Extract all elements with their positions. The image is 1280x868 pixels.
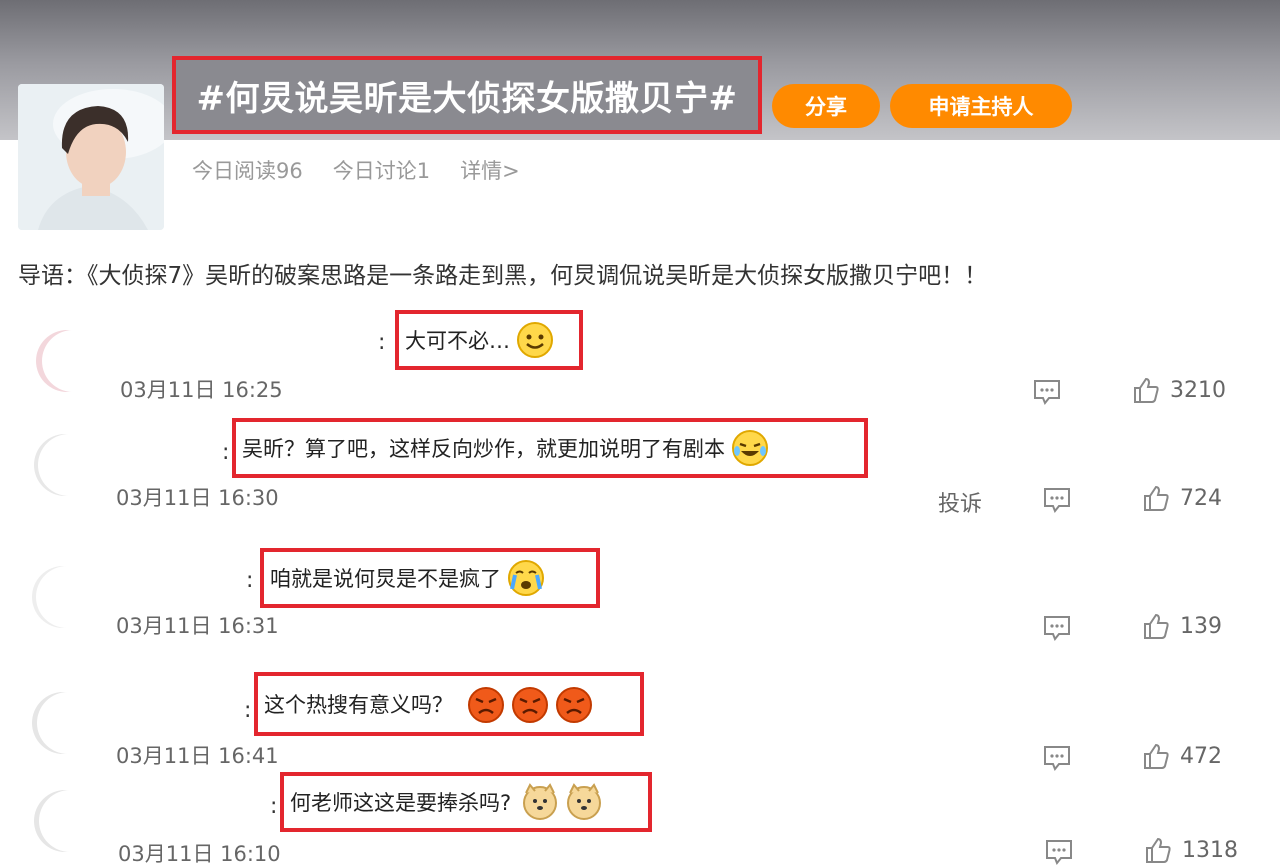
comment-text: 吴昕？算了吧，这样反向炒作，就更加说明了有剧本 — [242, 437, 725, 461]
thumbs-up-icon — [1144, 743, 1169, 769]
comment-time: 03月11日 16:30 — [116, 486, 279, 510]
comment-text: 咱就是说何炅是不是疯了 — [270, 567, 501, 591]
details-link[interactable]: 详情> — [460, 155, 520, 185]
reply-icon[interactable] — [1044, 838, 1074, 866]
reply-icon[interactable] — [1042, 614, 1072, 642]
crying-emoji-icon — [508, 560, 544, 596]
comment-text-box: 这个热搜有意义吗？ — [254, 672, 644, 736]
apply-host-button[interactable]: 申请主持人 — [890, 84, 1072, 128]
topic-title: #何炅说吴昕是大侦探女版撒贝宁# — [196, 78, 738, 119]
comment-time: 03月11日 16:10 — [118, 842, 281, 866]
comment-text-box: 吴昕？算了吧，这样反向炒作，就更加说明了有剧本 — [232, 418, 868, 478]
share-button[interactable]: 分享 — [772, 84, 880, 128]
comment-time: 03月11日 16:41 — [116, 744, 279, 768]
like-count: 1318 — [1182, 837, 1238, 863]
colon-separator: : — [246, 568, 254, 593]
report-button[interactable]: 投诉 — [938, 486, 982, 518]
comment-time: 03月11日 16:25 — [120, 378, 283, 402]
like-button[interactable]: 724 — [1142, 484, 1222, 512]
topic-stats: 今日阅读96 今日讨论1 详情> — [192, 155, 520, 185]
like-count: 724 — [1180, 485, 1222, 511]
thumbs-up-icon — [1134, 377, 1159, 403]
reply-icon[interactable] — [1032, 378, 1062, 406]
topic-title-box: #何炅说吴昕是大侦探女版撒贝宁# — [172, 56, 762, 134]
reply-icon[interactable] — [1042, 486, 1072, 514]
colon-separator: : — [244, 698, 252, 723]
commenter-avatar[interactable] — [34, 434, 96, 496]
like-button[interactable]: 1318 — [1144, 836, 1238, 864]
thumbs-up-icon — [1144, 485, 1169, 511]
today-discussions: 今日讨论1 — [332, 159, 431, 183]
angry-emoji-icon — [556, 687, 592, 723]
comment-text: 大可不必… — [405, 329, 510, 353]
colon-separator: : — [378, 330, 386, 355]
thumbs-up-icon — [1144, 613, 1169, 639]
comment-text-box: 大可不必… — [395, 310, 583, 370]
like-button[interactable]: 139 — [1142, 612, 1222, 640]
like-button[interactable]: 472 — [1142, 742, 1222, 770]
angry-emoji-icon — [468, 687, 504, 723]
comment-text-box: 咱就是说何炅是不是疯了 — [260, 548, 600, 608]
thumbs-up-icon — [1146, 837, 1171, 863]
like-button[interactable]: 3210 — [1132, 376, 1226, 404]
today-reads: 今日阅读96 — [192, 159, 303, 183]
like-count: 472 — [1180, 743, 1222, 769]
commenter-avatar[interactable] — [32, 566, 94, 628]
smile-emoji-icon — [517, 322, 553, 358]
laugh-cry-emoji-icon — [732, 430, 768, 466]
doge-emoji-icon — [523, 783, 558, 820]
topic-intro: 导语：《大侦探7》吴昕的破案思路是一条路走到黑，何炅调侃说吴昕是大侦探女版撒贝宁… — [18, 263, 988, 289]
topic-avatar — [18, 84, 164, 230]
like-count: 3210 — [1170, 377, 1226, 403]
commenter-avatar[interactable] — [34, 790, 96, 852]
doge-emoji-icon — [567, 783, 602, 820]
angry-emoji-icon — [512, 687, 548, 723]
like-count: 139 — [1180, 613, 1222, 639]
comment-text: 何老师这这是要捧杀吗? — [290, 791, 512, 815]
reply-icon[interactable] — [1042, 744, 1072, 772]
comment-text: 这个热搜有意义吗？ — [264, 693, 453, 717]
person-portrait-image — [18, 84, 164, 230]
commenter-avatar[interactable] — [36, 330, 98, 392]
comment-time: 03月11日 16:31 — [116, 614, 279, 638]
commenter-avatar[interactable] — [32, 692, 94, 754]
comment-text-box: 何老师这这是要捧杀吗? — [280, 772, 652, 832]
colon-separator: : — [222, 440, 230, 465]
colon-separator: : — [270, 794, 278, 819]
